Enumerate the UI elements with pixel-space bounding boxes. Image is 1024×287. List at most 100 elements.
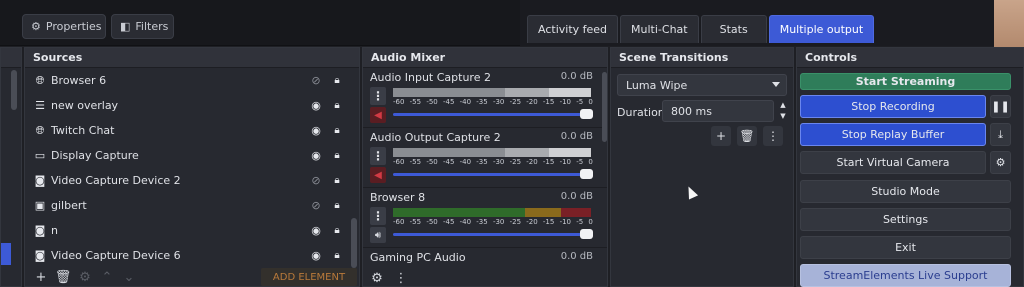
chevron-down-icon[interactable]: ▼ (777, 111, 789, 121)
trash-icon[interactable]: 🗑︎ (737, 126, 757, 146)
channel-db: 0.0 dB (560, 251, 593, 262)
slider-handle[interactable] (580, 109, 593, 119)
image-icon: ▣ (34, 199, 46, 212)
list-item[interactable]: ◙ Video Capture Device 6 ◉ 🔒︎ (25, 243, 359, 268)
mixer-channel: Browser 8 0.0 dB ⋮ 🔊︎ -60 -55 -50 -45 -40 -35… (363, 188, 607, 248)
kebab-menu-icon[interactable]: ⋮ (370, 87, 386, 105)
speaker-muted-icon[interactable]: ◀ (370, 107, 386, 123)
lock-icon[interactable]: 🔒︎ (331, 100, 343, 111)
mixer-scrollbar[interactable] (602, 72, 607, 142)
list-item[interactable]: ▭ Display Capture ◉ 🔒︎ (25, 143, 359, 168)
list-item[interactable]: ▣ gilbert ⊘ 🔒︎ (25, 193, 359, 218)
exit-button[interactable]: Exit (800, 236, 1011, 259)
add-element-button[interactable]: ADD ELEMENT (261, 268, 357, 286)
lock-icon[interactable]: 🔒︎ (331, 150, 343, 161)
kebab-menu-icon[interactable]: ⋮ (763, 126, 783, 146)
mouse-cursor-icon (683, 184, 699, 200)
globe-icon: 🌐︎ (35, 73, 45, 87)
list-item[interactable]: 🌐︎ Twitch Chat ◉ 🔒︎ (25, 118, 359, 143)
plus-icon[interactable]: + (711, 126, 731, 146)
lock-icon[interactable]: 🔒︎ (331, 250, 343, 261)
live-support-button[interactable]: StreamElements Live Support (800, 264, 1011, 287)
list-item[interactable]: ◙ Video Capture Device 2 ⊘ 🔒︎ (25, 168, 359, 193)
kebab-menu-icon[interactable]: ⋮ (370, 147, 386, 165)
lock-icon[interactable]: 🔒︎ (331, 200, 343, 211)
chevron-down-icon[interactable]: ⌄ (121, 269, 137, 285)
volume-slider[interactable] (393, 169, 593, 179)
top-strip: ⚙ Properties ◧ Filters Activity feed Mul… (0, 0, 1024, 78)
list-item[interactable]: ◙ n ◉ 🔒︎ (25, 218, 359, 243)
start-virtual-camera-button[interactable]: Start Virtual Camera (800, 151, 986, 174)
sources-list: 🌐︎ Browser 6 ⊘ 🔒︎ ☰ new overlay ◉ 🔒︎ 🌐︎ … (25, 68, 359, 268)
transition-select[interactable]: Luma Wipe (617, 74, 787, 96)
list-item[interactable]: ☰ new overlay ◉ 🔒︎ (25, 93, 359, 118)
transition-selected: Luma Wipe (626, 78, 688, 92)
properties-button[interactable]: ⚙ Properties (22, 14, 106, 39)
eye-icon[interactable]: ◉ (309, 149, 323, 162)
eye-icon[interactable]: ◉ (309, 224, 323, 237)
eye-icon[interactable]: ◉ (309, 249, 323, 262)
start-streaming-button[interactable]: Start Streaming (800, 73, 1011, 90)
sources-header: Sources (25, 48, 359, 68)
chevron-up-icon[interactable]: ▲ (777, 100, 789, 110)
filters-button[interactable]: ◧ Filters (111, 14, 174, 39)
lock-icon[interactable]: 🔒︎ (331, 175, 343, 186)
trash-icon[interactable]: 🗑︎ (55, 269, 72, 285)
speaker-muted-icon[interactable]: ◀ (370, 167, 386, 183)
stop-replay-buffer-button[interactable]: Stop Replay Buffer (800, 123, 986, 146)
gear-icon[interactable]: ⚙ (369, 270, 385, 286)
duration-value: 800 ms (671, 104, 712, 118)
tab-activity-feed[interactable]: Activity feed (527, 15, 619, 43)
scene-transitions-panel: Scene Transitions Luma Wipe Duration 800… (610, 47, 794, 287)
tab-multi-chat[interactable]: Multi-Chat (620, 15, 699, 43)
stop-recording-button[interactable]: Stop Recording (800, 95, 986, 118)
properties-label: Properties (45, 20, 102, 33)
channel-db: 0.0 dB (560, 191, 593, 202)
studio-mode-button[interactable]: Studio Mode (800, 180, 1011, 203)
camera-icon: ◙ (34, 249, 46, 262)
chevron-up-icon[interactable]: ⌃ (99, 269, 115, 285)
obs-dock-area: ⚙ Properties ◧ Filters Activity feed Mul… (0, 0, 1024, 287)
eye-hidden-icon[interactable]: ⊘ (309, 174, 323, 187)
tab-stats[interactable]: Stats (700, 15, 767, 43)
kebab-menu-icon[interactable]: ⋮ (370, 207, 386, 225)
eye-hidden-icon[interactable]: ⊘ (309, 199, 323, 212)
duration-label: Duration (617, 106, 665, 119)
settings-button[interactable]: Settings (800, 208, 1011, 231)
preview-toolbar: ⚙ Properties ◧ Filters (0, 0, 520, 46)
channel-name: Audio Input Capture 2 (370, 71, 491, 84)
monitor-icon: ▭ (34, 149, 46, 162)
controls-panel: Controls Start Streaming Stop Recording … (796, 47, 1024, 287)
slider-handle[interactable] (580, 169, 593, 179)
sources-scrollbar[interactable] (351, 218, 357, 268)
scenes-header (1, 48, 21, 68)
channel-name: Audio Output Capture 2 (370, 131, 501, 144)
scenes-panel (0, 47, 22, 287)
lock-icon[interactable]: 🔒︎ (331, 225, 343, 236)
eye-icon[interactable]: ◉ (309, 99, 323, 112)
dock-tabs: Activity feed Multi-Chat Stats Multiple … (527, 15, 875, 43)
volume-meter (393, 148, 591, 157)
slider-handle[interactable] (580, 229, 593, 239)
pause-icon[interactable]: ❚❚ (990, 95, 1011, 118)
volume-slider[interactable] (393, 229, 593, 239)
globe-icon: 🌐︎ (35, 123, 45, 137)
tab-multiple-output[interactable]: Multiple output (768, 15, 875, 43)
volume-slider[interactable] (393, 109, 593, 119)
speaker-icon[interactable]: 🔊︎ (370, 227, 386, 243)
duration-input[interactable]: 800 ms (662, 100, 774, 122)
eye-hidden-icon[interactable]: ⊘ (309, 74, 323, 87)
scenes-scrollbar[interactable] (11, 70, 17, 110)
eye-icon[interactable]: ◉ (309, 124, 323, 137)
lock-icon[interactable]: 🔒︎ (331, 75, 343, 86)
kebab-menu-icon[interactable]: ⋮ (393, 270, 409, 286)
camera-icon: ◙ (34, 224, 46, 237)
lock-icon[interactable]: 🔒︎ (331, 125, 343, 136)
gear-icon[interactable]: ⚙ (990, 151, 1011, 174)
list-item[interactable]: 🌐︎ Browser 6 ⊘ 🔒︎ (25, 68, 359, 93)
download-icon[interactable]: ⤓ (990, 123, 1011, 146)
selected-scene-highlight[interactable] (1, 243, 11, 265)
channel-db: 0.0 dB (560, 71, 593, 82)
plus-icon[interactable]: + (33, 269, 49, 285)
gear-icon[interactable]: ⚙ (77, 269, 93, 285)
